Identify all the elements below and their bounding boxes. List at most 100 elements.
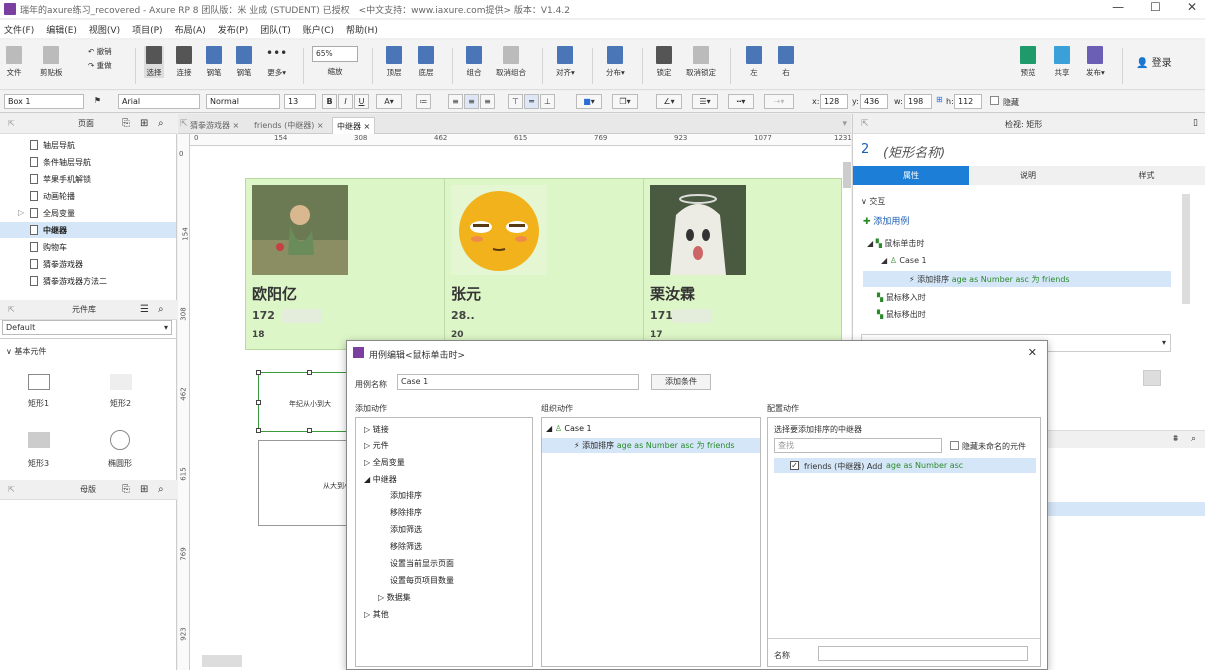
constrain-link-icon[interactable]: ⊞ [936,95,943,104]
action-remove-filter[interactable]: 移除筛选 [390,541,422,552]
add-condition-button[interactable]: 添加条件 [651,374,711,390]
menu-icon[interactable]: ☰ [140,300,149,320]
menu-view[interactable]: 视图(V) [89,23,120,36]
font-family-select[interactable]: Arial [118,94,200,109]
font-size-select[interactable]: 13 [284,94,316,109]
send-bottom-button[interactable]: 底层 [418,46,434,78]
action-category-other[interactable]: ▷ 其他 [364,609,389,620]
login-button[interactable]: 👤 登录 [1136,54,1172,69]
minimize-button[interactable]: — [1112,0,1124,14]
interaction-section[interactable]: ∨ 交互 [861,196,885,207]
close-window-button[interactable]: ✕ [1187,0,1197,14]
page-item[interactable]: 轴层导航 [30,140,75,151]
action-category-link[interactable]: ▷ 链接 [364,424,389,435]
event-onclick[interactable]: ◢ ▚ 鼠标单击时 [867,238,924,249]
page-item[interactable]: 苹果手机解锁 [30,174,91,185]
redo-button[interactable]: ↷ 重做 [88,60,112,71]
search-icon[interactable]: ⌕ [158,300,164,320]
valign-bottom-button[interactable]: ⊥ [540,94,555,109]
ellipse-widget[interactable] [110,430,130,450]
friend-card[interactable]: 栗汝霖 171 17 [644,179,843,351]
rectangle1-widget[interactable] [28,374,50,390]
basic-widgets-section[interactable]: ∨ 基本元件 [6,346,46,357]
page-item[interactable]: 动画轮播 [30,191,75,202]
more-button[interactable]: ••• 更多▾ [266,46,287,78]
tab-notes[interactable]: 说明 [969,166,1087,185]
repeater-cards[interactable]: 欧阳亿 172 18 张元 28.. 20 栗汝霖 171 17 [245,178,843,351]
group-button[interactable]: 组合 [466,46,482,78]
dialog-close-button[interactable]: ✕ [1028,346,1037,359]
x-input[interactable]: 128 [820,94,848,109]
lock-button[interactable]: 锁定 [656,46,672,78]
maximize-button[interactable]: ☐ [1150,0,1161,14]
filter-icon[interactable]: ⩩ [1173,434,1178,444]
event-mouseenter[interactable]: ▚ 鼠标移入时 [877,292,926,303]
publish-button[interactable]: 发布▾ [1086,46,1105,78]
shadow-button[interactable]: ❐▾ [612,94,638,109]
library-select[interactable]: Default ▾ [2,320,172,335]
font-color-button[interactable]: A▾ [376,94,402,109]
rectangle2-widget[interactable] [110,374,132,390]
y-input[interactable]: 436 [860,94,888,109]
fill-color-button[interactable]: ■▾ [576,94,602,109]
action-set-current-page[interactable]: 设置当前显示页面 [390,558,454,569]
arrow-style-button[interactable]: ⇢▾ [764,94,794,109]
case-item[interactable]: ◢ ♙ Case 1 [881,256,927,265]
canvas-h-scrollbar[interactable] [202,655,242,667]
action-category-widget[interactable]: ▷ 元件 [364,440,389,451]
action-add-sort[interactable]: 添加排序 [390,490,422,501]
align-button[interactable]: 对齐▾ [556,46,575,78]
line-width-button[interactable]: ☰▾ [692,94,718,109]
inspector-scrollbar[interactable] [1182,194,1190,304]
org-case-item[interactable]: ◢ ♙ Case 1 [546,424,592,433]
search-input[interactable]: 查找 [774,438,942,453]
canvas-scrollbar[interactable] [843,162,851,188]
search-icon[interactable]: ⌕ [158,480,164,500]
action-remove-sort[interactable]: 移除排序 [390,507,422,518]
select-button[interactable]: 选择 [144,46,164,78]
hide-unnamed-checkbox[interactable] [950,441,959,450]
add-folder-icon[interactable]: ⊞ [140,480,148,500]
tabs-dropdown-icon[interactable]: ▾ [842,119,847,129]
menu-team[interactable]: 团队(T) [260,23,291,36]
event-mouseleave[interactable]: ▚ 鼠标移出时 [877,309,926,320]
add-master-icon[interactable]: ⎘ [122,480,130,500]
page-item-active[interactable]: 中继器 [30,225,67,236]
unlock-button[interactable]: 取消锁定 [686,46,716,78]
page-item-selected[interactable] [0,222,176,238]
style-button[interactable] [1143,370,1161,386]
config-item-selected[interactable]: ✓ friends (中继器) Add age as Number asc [774,458,1036,473]
shape-name-input[interactable]: (矩形名称) [883,142,945,161]
tab-repeater[interactable]: 中继器 × [332,117,376,134]
name-input[interactable] [818,646,1028,661]
clipboard-button[interactable]: 剪贴板 [40,46,63,78]
action-item[interactable]: ⚡ 添加排序 age as Number asc 为 friends [909,274,1070,285]
page-item[interactable]: 猜拳游戏器 [30,259,83,270]
undo-button[interactable]: ↶ 撤销 [88,46,112,57]
add-case-link[interactable]: ✚ 添加用例 [863,214,909,227]
line-color-button[interactable]: ∠▾ [656,94,682,109]
action-add-filter[interactable]: 添加筛选 [390,524,422,535]
menu-help[interactable]: 帮助(H) [346,23,378,36]
menu-account[interactable]: 账户(C) [303,23,334,36]
menu-project[interactable]: 项目(P) [132,23,162,36]
widget-name-select[interactable]: Box 1 [4,94,84,109]
share-button[interactable]: 共享 [1054,46,1070,78]
align-text-right-button[interactable]: ≡ [480,94,495,109]
menu-file[interactable]: 文件(F) [4,23,34,36]
collapse-icon[interactable]: ⇱ [8,300,15,320]
resize-handle[interactable] [256,400,261,405]
zoom-select[interactable]: 65% [312,46,358,62]
page-icon[interactable]: ▯ [1193,118,1198,128]
resize-handle[interactable] [256,428,261,433]
page-item[interactable]: 购物车 [30,242,67,253]
pen-button[interactable]: 钢笔 [206,46,222,78]
resize-handle[interactable] [256,370,261,375]
friend-card[interactable]: 张元 28.. 20 [445,179,644,351]
page-item[interactable]: ▷ 全局变量 [18,208,75,219]
collapse-icon[interactable]: ⇱ [8,114,15,134]
font-style-select[interactable]: Normal [206,94,280,109]
search-icon[interactable]: ⌕ [158,114,164,134]
action-category-repeater[interactable]: ◢ 中继器 [364,474,397,485]
repeater-checkbox[interactable]: ✓ [790,461,799,470]
